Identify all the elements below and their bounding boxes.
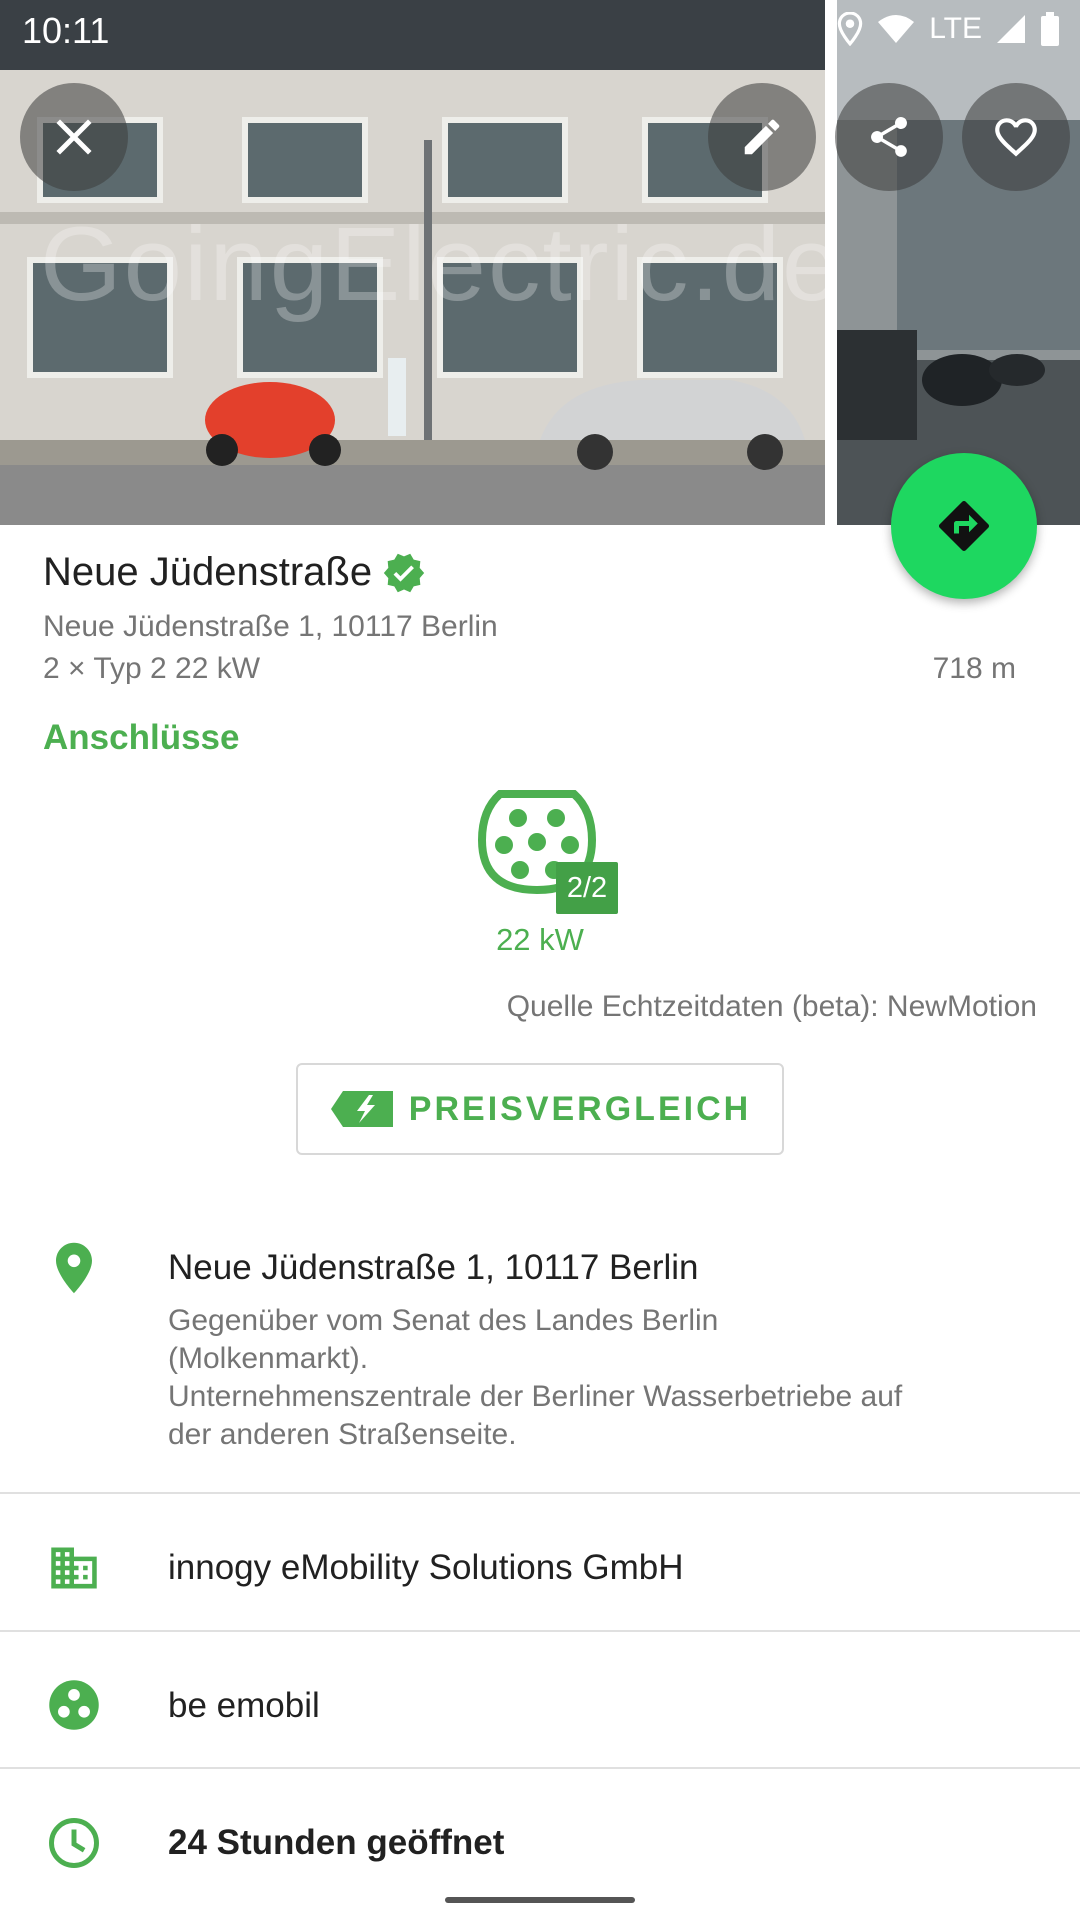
navigate-button[interactable] [891,453,1037,599]
price-compare-button[interactable]: PREISVERGLEICH [296,1063,784,1155]
pencil-icon [744,119,780,155]
network-icon [49,1680,99,1730]
detail-address[interactable]: Neue Jüdenstraße 1, 10117 Berlin [168,1248,699,1288]
edit-button[interactable] [708,83,816,191]
location-status-icon [837,12,863,46]
network-row-icon [44,1675,104,1735]
signal-status-icon [997,15,1025,43]
connector-power: 22 kW [496,922,584,957]
building-icon [51,1547,97,1589]
directions-icon [938,500,990,552]
status-bar: 10:11 LTE [0,0,1080,62]
station-photo-1[interactable]: GoingElectric.de [0,0,825,525]
wifi-status-icon [878,15,915,43]
connectors-section-title: Anschlüsse [43,718,240,757]
address-row-icon [44,1238,104,1298]
share-icon [871,117,907,157]
connectors-summary: 2 × Typ 2 22 kW [43,652,261,685]
price-tag-icon [330,1091,393,1127]
station-address: Neue Jüdenstraße 1, 10117 Berlin [43,610,498,643]
station-name: Neue Jüdenstraße [43,550,373,594]
connector-item[interactable]: 2/2 [477,790,622,920]
close-icon [56,119,92,155]
heart-icon [995,118,1037,157]
close-button[interactable] [20,83,128,191]
realtime-source-note: Quelle Echtzeitdaten (beta): NewMotion [506,990,1037,1023]
operator-name[interactable]: innogy eMobility Solutions GmbH [168,1548,684,1588]
divider [0,1630,1080,1632]
location-pin-icon [56,1242,92,1294]
divider [0,1767,1080,1769]
operator-row-icon [44,1538,104,1598]
verified-badge-icon [383,553,425,592]
gesture-nav-handle[interactable] [445,1897,635,1903]
opening-hours[interactable]: 24 Stunden geöffnet [168,1823,504,1863]
status-icons: LTE [837,12,1060,46]
hours-row-icon [44,1813,104,1873]
price-compare-label: PREISVERGLEICH [408,1089,752,1128]
network-type-label: LTE [929,12,982,45]
battery-status-icon [1041,12,1059,46]
favorite-button[interactable] [962,83,1070,191]
network-name[interactable]: be emobil [168,1686,320,1726]
divider [0,1492,1080,1494]
status-time: 10:11 [22,10,110,51]
station-title-row: Neue Jüdenstraße [43,550,426,595]
distance-label: 718 m [932,652,1016,685]
availability-badge: 2/2 [556,862,618,914]
location-description: Gegenüber vom Senat des Landes Berlin (M… [168,1304,903,1451]
share-button[interactable] [835,83,943,191]
station-photo-2[interactable] [837,0,1080,525]
clock-icon [49,1818,99,1868]
